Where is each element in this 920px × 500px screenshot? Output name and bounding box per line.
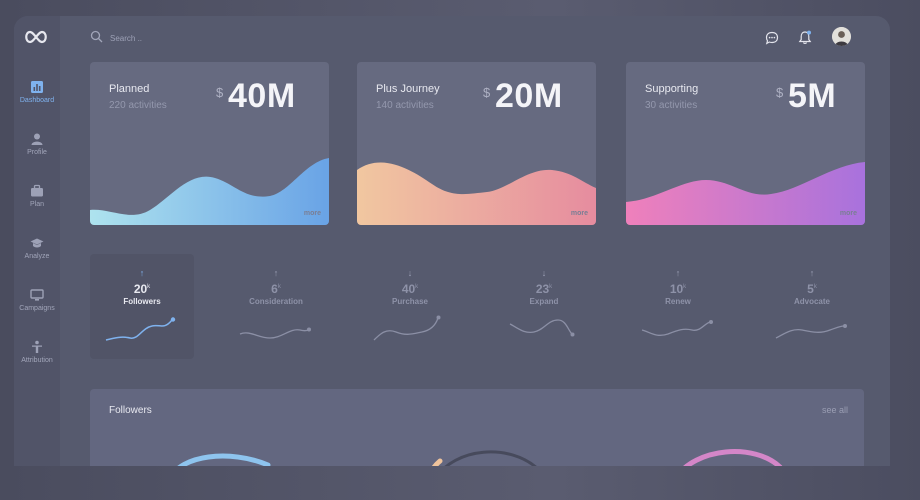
supporting-card[interactable]: Supporting 30 activities $ 5M more bbox=[626, 62, 865, 225]
avatar[interactable] bbox=[832, 27, 851, 46]
card-amount: 5M bbox=[788, 77, 837, 115]
supporting-wave-chart bbox=[626, 162, 865, 225]
chat-icon[interactable] bbox=[765, 31, 779, 45]
arrow-down-icon: ↓ bbox=[541, 268, 547, 278]
sidebar-item-analyze[interactable]: Analyze bbox=[14, 232, 60, 272]
metric-unit: k bbox=[549, 284, 553, 290]
logo-infinity-icon bbox=[25, 30, 47, 44]
briefcase-icon bbox=[31, 184, 43, 197]
sidebar-item-label: Attribution bbox=[21, 357, 53, 364]
metric-name: Expand bbox=[529, 297, 559, 306]
metric-unit: k bbox=[147, 284, 151, 290]
metric-purchase[interactable]: ↓ 40k Purchase bbox=[358, 254, 462, 359]
followers-sparkline bbox=[105, 317, 176, 341]
more-link[interactable]: more bbox=[304, 210, 321, 217]
sidebar-item-campaigns[interactable]: Campaigns bbox=[14, 284, 60, 324]
card-title: Planned bbox=[109, 83, 150, 95]
metric-value-number: 6 bbox=[271, 282, 278, 296]
metric-value-number: 20 bbox=[133, 282, 148, 296]
expand-sparkline bbox=[509, 319, 575, 337]
metric-name: Advocate bbox=[793, 297, 830, 306]
sidebar-item-dashboard[interactable]: Dashboard bbox=[14, 76, 60, 116]
sidebar-item-label: Dashboard bbox=[19, 97, 55, 104]
metric-name: Renew bbox=[665, 297, 691, 306]
metric-value-number: 23 bbox=[535, 282, 550, 296]
search-icon bbox=[90, 30, 103, 43]
metric-advocate[interactable]: ↑ 5k Advocate bbox=[760, 254, 864, 359]
metric-value: 23k bbox=[492, 282, 596, 296]
metric-value: 20k bbox=[90, 282, 194, 296]
graduation-cap-icon bbox=[30, 238, 44, 248]
sidebar-item-plan[interactable]: Plan bbox=[14, 180, 60, 220]
see-all-link[interactable]: see all bbox=[822, 405, 848, 415]
card-subtitle: 30 activities bbox=[645, 100, 698, 111]
currency-symbol: $ bbox=[776, 85, 784, 100]
consideration-sparkline bbox=[239, 327, 311, 339]
sidebar: Dashboard Profile Plan Analyze Campaigns… bbox=[14, 16, 60, 466]
renew-sparkline bbox=[641, 320, 713, 336]
purchase-sparkline bbox=[373, 315, 441, 341]
metric-followers[interactable]: ↑ 20k Followers bbox=[90, 254, 194, 359]
card-subtitle: 140 activities bbox=[376, 100, 434, 111]
advocate-sparkline bbox=[775, 324, 847, 339]
metric-value: 5k bbox=[760, 282, 864, 296]
currency-symbol: $ bbox=[483, 85, 491, 100]
metric-value: 40k bbox=[358, 282, 462, 296]
user-avatar-icon bbox=[832, 27, 851, 46]
card-subtitle: 220 activities bbox=[109, 100, 167, 111]
card-amount: 40M bbox=[228, 77, 296, 115]
metric-value: 6k bbox=[224, 282, 328, 296]
arrow-up-icon: ↑ bbox=[139, 268, 145, 278]
currency-symbol: $ bbox=[216, 85, 224, 100]
arrow-up-icon: ↑ bbox=[273, 268, 279, 278]
screen-background: Dashboard Profile Plan Analyze Campaigns… bbox=[0, 0, 920, 500]
plus-journey-card[interactable]: Plus Journey 140 activities $ 20M more bbox=[357, 62, 596, 225]
arrow-up-icon: ↑ bbox=[809, 268, 815, 278]
chart-icon bbox=[31, 81, 43, 93]
planned-card[interactable]: Planned 220 activities $ 40M more bbox=[90, 62, 329, 225]
more-link[interactable]: more bbox=[840, 210, 857, 217]
arrow-down-icon: ↓ bbox=[407, 268, 413, 278]
card-title: Plus Journey bbox=[376, 83, 440, 95]
metric-consideration[interactable]: ↑ 6k Consideration bbox=[224, 254, 328, 359]
metric-name: Followers bbox=[123, 297, 161, 306]
arrow-up-icon: ↑ bbox=[675, 268, 681, 278]
card-title: Supporting bbox=[645, 83, 699, 95]
header-actions bbox=[765, 27, 865, 49]
app-window: Dashboard Profile Plan Analyze Campaigns… bbox=[14, 16, 890, 466]
panel-title: Followers bbox=[109, 405, 152, 416]
card-amount: 20M bbox=[495, 77, 563, 115]
sidebar-item-label: Campaigns bbox=[19, 305, 55, 312]
sidebar-item-profile[interactable]: Profile bbox=[14, 128, 60, 168]
plus-journey-wave-chart bbox=[357, 162, 596, 225]
search-bar[interactable] bbox=[90, 30, 250, 46]
metric-value-number: 40 bbox=[401, 282, 416, 296]
search-input[interactable] bbox=[108, 30, 232, 46]
monitor-icon bbox=[30, 289, 44, 301]
bell-icon[interactable] bbox=[798, 30, 812, 45]
metric-expand[interactable]: ↓ 23k Expand bbox=[492, 254, 596, 359]
planned-wave-chart bbox=[90, 158, 329, 225]
metric-value: 10k bbox=[626, 282, 730, 296]
sidebar-item-attribution[interactable]: Attribution bbox=[14, 336, 60, 376]
followers-ring-charts bbox=[177, 449, 783, 466]
followers-panel: Followers see all bbox=[90, 389, 864, 466]
more-link[interactable]: more bbox=[571, 210, 588, 217]
metric-unit: k bbox=[277, 284, 281, 290]
metric-name: Consideration bbox=[249, 297, 303, 306]
metric-unit: k bbox=[813, 284, 817, 290]
metric-value-number: 10 bbox=[669, 282, 684, 296]
user-icon bbox=[31, 133, 43, 145]
sidebar-item-label: Profile bbox=[27, 149, 47, 156]
person-icon bbox=[32, 340, 42, 353]
sidebar-item-label: Analyze bbox=[24, 253, 50, 260]
metric-unit: k bbox=[683, 284, 687, 290]
metric-name: Purchase bbox=[391, 297, 429, 306]
metric-renew[interactable]: ↑ 10k Renew bbox=[626, 254, 730, 359]
metric-value-number: 5 bbox=[807, 282, 814, 296]
sidebar-item-label: Plan bbox=[29, 201, 44, 208]
metric-unit: k bbox=[415, 284, 419, 290]
